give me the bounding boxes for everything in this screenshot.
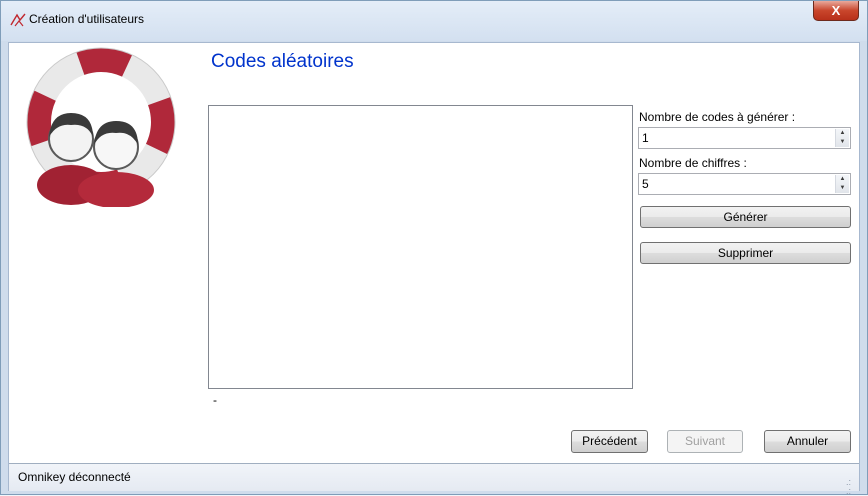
delete-button[interactable]: Supprimer: [640, 242, 851, 264]
generate-button[interactable]: Générer: [640, 206, 851, 228]
previous-button[interactable]: Précédent: [571, 430, 648, 453]
close-icon: X: [831, 3, 841, 18]
spin-arrows-icon[interactable]: ▲ ▼: [835, 175, 849, 193]
spin-arrows-icon[interactable]: ▲ ▼: [835, 129, 849, 147]
digits-stepper[interactable]: 5 ▲ ▼: [638, 173, 851, 195]
codes-listbox[interactable]: [208, 105, 633, 389]
client-area: Codes aléatoires - Nombre de codes à gén…: [8, 42, 860, 496]
users-ring-icon: [10, 13, 26, 27]
count-label: Nombre de codes à générer :: [639, 110, 796, 124]
main-window: Création d'utilisateurs X Codes aléatoir…: [0, 0, 868, 496]
cancel-button[interactable]: Annuler: [764, 430, 851, 453]
title-bar[interactable]: Création d'utilisateurs X: [1, 1, 867, 41]
page-title: Codes aléatoires: [211, 51, 354, 72]
digits-value: 5: [642, 177, 649, 191]
status-bar: Omnikey déconnecté .:.:: [9, 463, 859, 496]
list-footer-text: -: [213, 393, 217, 407]
next-button[interactable]: Suivant: [667, 430, 743, 453]
count-value: 1: [642, 131, 649, 145]
count-stepper[interactable]: 1 ▲ ▼: [638, 127, 851, 149]
resize-grip-icon[interactable]: .:.:: [846, 478, 856, 496]
status-text: Omnikey déconnecté: [18, 470, 131, 484]
users-lifebuoy-icon: [26, 47, 176, 207]
window-title: Création d'utilisateurs: [29, 12, 145, 26]
digits-label: Nombre de chiffres :: [639, 156, 747, 170]
close-button[interactable]: X: [813, 1, 859, 21]
